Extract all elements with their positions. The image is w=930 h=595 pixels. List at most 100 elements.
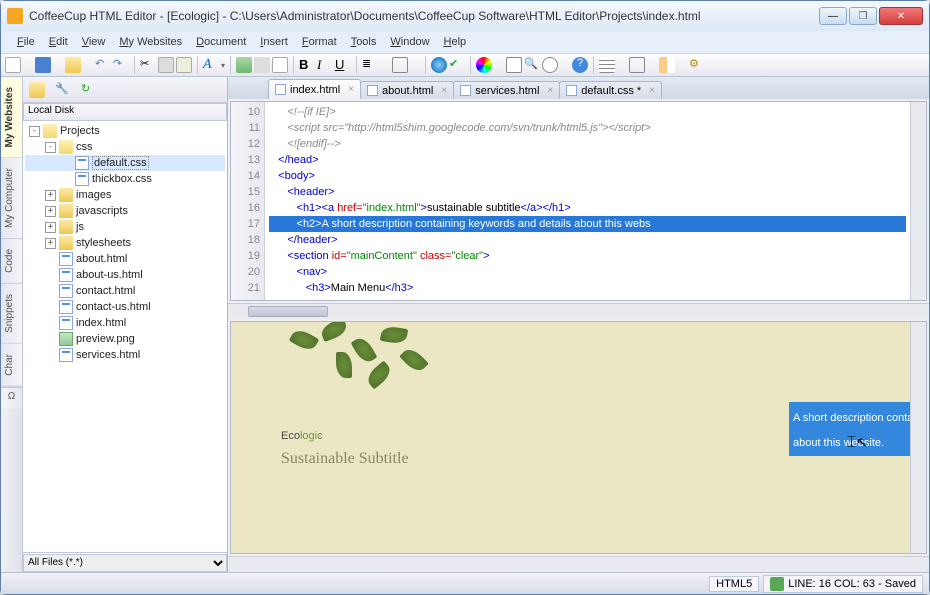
filter-select[interactable]: All Files (*.*) xyxy=(23,554,227,572)
close-button[interactable]: ✕ xyxy=(879,7,923,25)
copy-icon[interactable] xyxy=(158,57,174,73)
tree-node[interactable]: -css xyxy=(25,139,225,155)
tree-node[interactable]: services.html xyxy=(25,347,225,363)
menu-edit[interactable]: Edit xyxy=(43,34,74,50)
css-icon[interactable] xyxy=(272,57,288,73)
search-icon[interactable]: 🔍 xyxy=(524,57,540,73)
tree-node[interactable]: +js xyxy=(25,219,225,235)
save-icon[interactable] xyxy=(35,57,51,73)
tree-node[interactable]: contact.html xyxy=(25,283,225,299)
calendar-icon[interactable] xyxy=(506,57,522,73)
sidetab-my-computer[interactable]: My Computer xyxy=(1,158,22,239)
scroll-thumb[interactable] xyxy=(248,306,328,317)
preview-pane[interactable]: Ecologic Sustainable Subtitle A short de… xyxy=(230,321,927,554)
tab-default-css--[interactable]: default.css *× xyxy=(559,81,662,99)
menu-format[interactable]: Format xyxy=(296,34,343,50)
tree-label: contact.html xyxy=(76,285,135,297)
refresh-icon[interactable]: ↻ xyxy=(81,82,97,98)
menu-document[interactable]: Document xyxy=(190,34,252,50)
menu-window[interactable]: Window xyxy=(384,34,435,50)
file-filter[interactable]: All Files (*.*) xyxy=(23,552,227,572)
time-icon[interactable] xyxy=(542,57,558,73)
underline-icon[interactable]: U xyxy=(335,57,351,73)
layout-icon[interactable] xyxy=(659,57,675,73)
expand-toggle[interactable]: + xyxy=(45,206,56,217)
frame-icon[interactable] xyxy=(629,57,645,73)
sidetab-snippets[interactable]: Snippets xyxy=(1,284,22,344)
menu-help[interactable]: Help xyxy=(438,34,473,50)
tree-node[interactable]: preview.png xyxy=(25,331,225,347)
table-icon[interactable] xyxy=(599,57,615,73)
folder-icon xyxy=(59,220,73,234)
tree-node[interactable]: about.html xyxy=(25,251,225,267)
expand-toggle[interactable]: - xyxy=(45,142,56,153)
italic-icon[interactable]: I xyxy=(317,57,333,73)
help-icon[interactable]: ? xyxy=(572,57,588,73)
bold-icon[interactable]: B xyxy=(299,57,315,73)
file-tree: -Projects-cssdefault.cssthickbox.css+ima… xyxy=(23,121,227,552)
folder-icon xyxy=(59,204,73,218)
div-icon[interactable] xyxy=(392,57,408,73)
file-icon xyxy=(75,172,89,186)
expand-toggle[interactable]: + xyxy=(45,222,56,233)
tab-close-icon[interactable]: × xyxy=(547,85,553,96)
preview-hscrollbar[interactable] xyxy=(228,556,929,572)
expand-toggle[interactable]: + xyxy=(45,238,56,249)
code-content[interactable]: <!--[if IE]> <script src="http://html5sh… xyxy=(265,102,910,300)
drive-label[interactable]: Local Disk xyxy=(23,103,227,121)
paste-icon[interactable] xyxy=(176,57,192,73)
code-editor[interactable]: 101112131415161718192021 <!--[if IE]> <s… xyxy=(230,101,927,301)
menu-bar: FileEditViewMy WebsitesDocumentInsertFor… xyxy=(1,31,929,53)
world-icon[interactable] xyxy=(431,57,447,73)
title-bar[interactable]: CoffeeCup HTML Editor - [Ecologic] - C:\… xyxy=(1,1,929,31)
new-file-icon[interactable] xyxy=(5,57,21,73)
redo-icon[interactable]: ↷ xyxy=(113,57,129,73)
folder-up-icon[interactable] xyxy=(29,82,45,98)
list-icon[interactable]: ≣ xyxy=(362,57,378,73)
tree-node[interactable]: contact-us.html xyxy=(25,299,225,315)
tab-close-icon[interactable]: × xyxy=(649,85,655,96)
menu-my-websites[interactable]: My Websites xyxy=(113,34,188,50)
vertical-scrollbar[interactable] xyxy=(910,102,926,300)
omega-icon[interactable]: Ω xyxy=(1,387,22,409)
tree-node[interactable]: +images xyxy=(25,187,225,203)
tree-node[interactable]: +stylesheets xyxy=(25,235,225,251)
menu-file[interactable]: File xyxy=(11,34,41,50)
color-icon[interactable] xyxy=(476,57,492,73)
horizontal-scrollbar[interactable] xyxy=(228,303,929,319)
tree-node[interactable]: default.css xyxy=(25,155,225,171)
cut-icon[interactable]: ✂ xyxy=(140,57,156,73)
undo-icon[interactable]: ↶ xyxy=(95,57,111,73)
menu-view[interactable]: View xyxy=(76,34,112,50)
tab-close-icon[interactable]: × xyxy=(441,85,447,96)
menu-tools[interactable]: Tools xyxy=(345,34,383,50)
sidetab-code[interactable]: Code xyxy=(1,239,22,284)
tab-services-html[interactable]: services.html× xyxy=(453,81,560,99)
preview-scrollbar[interactable] xyxy=(910,322,926,553)
check-icon[interactable]: ✔ xyxy=(449,57,465,73)
tab-about-html[interactable]: about.html× xyxy=(360,81,454,99)
status-bar: HTML5 LINE: 16 COL: 63 - Saved xyxy=(1,572,929,594)
font-icon[interactable]: A xyxy=(203,57,219,73)
tab-close-icon[interactable]: × xyxy=(348,84,354,95)
file-icon xyxy=(59,284,73,298)
image-icon[interactable] xyxy=(236,57,252,73)
maximize-button[interactable]: ❐ xyxy=(849,7,877,25)
link-icon[interactable] xyxy=(254,57,270,73)
expand-toggle[interactable]: + xyxy=(45,190,56,201)
tree-node[interactable]: thickbox.css xyxy=(25,171,225,187)
sidetab-my-websites[interactable]: My Websites xyxy=(1,77,22,158)
sidetab-char[interactable]: Char xyxy=(1,344,22,387)
minimize-button[interactable]: — xyxy=(819,7,847,25)
tree-node[interactable]: index.html xyxy=(25,315,225,331)
tree-node[interactable]: +javascripts xyxy=(25,203,225,219)
tab-index-html[interactable]: index.html× xyxy=(268,79,361,99)
tree-label: about.html xyxy=(76,253,127,265)
tree-node[interactable]: -Projects xyxy=(25,123,225,139)
tool-icon[interactable]: 🔧 xyxy=(55,82,71,98)
tree-node[interactable]: about-us.html xyxy=(25,267,225,283)
expand-toggle[interactable]: - xyxy=(29,126,40,137)
menu-insert[interactable]: Insert xyxy=(254,34,294,50)
gear-icon[interactable]: ⚙ xyxy=(689,57,705,73)
open-icon[interactable] xyxy=(65,57,81,73)
